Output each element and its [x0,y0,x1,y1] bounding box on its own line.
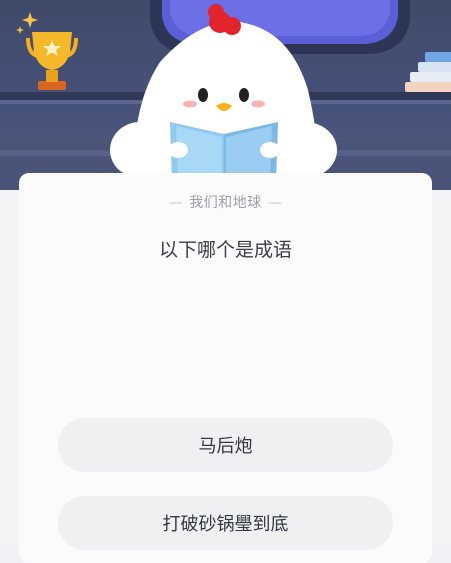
quiz-category: — 我们和地球 — [19,192,432,212]
side-gutter-right [431,190,451,544]
category-label: 我们和地球 [189,195,262,211]
answer-option-1-label: 马后炮 [198,436,253,457]
category-dash-right: — [267,195,283,211]
header-illustration [0,0,451,200]
answer-option-2-label: 打破砂锅璺到底 [162,514,289,535]
side-gutter-left [0,190,20,544]
sparkle-icon [16,12,38,34]
question-text: 以下哪个是成语 [158,239,292,261]
answer-option-2[interactable]: 打破砂锅璺到底 [58,496,393,550]
quiz-card: — 我们和地球 — 以下哪个是成语 马后炮 打破砂锅璺到底 [19,173,432,563]
trophy-icon [26,32,78,90]
books-icon [405,52,451,92]
category-dash-left: — [168,195,184,211]
answer-option-1[interactable]: 马后炮 [58,418,393,472]
